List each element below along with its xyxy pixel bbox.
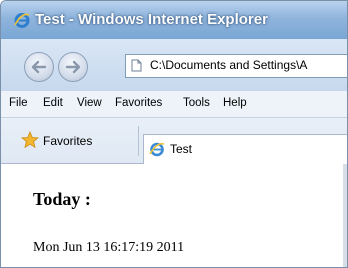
vertical-scrollbar[interactable] bbox=[343, 164, 347, 267]
menu-tools[interactable]: Tools bbox=[183, 97, 210, 109]
page-content: Today : Mon Jun 13 16:17:19 2011 bbox=[1, 164, 347, 267]
navigation-bar: C:\Documents and Settings\A bbox=[1, 39, 347, 91]
ie-tab-icon bbox=[149, 142, 165, 157]
favorites-label: Favorites bbox=[43, 134, 93, 148]
menu-favorites[interactable]: Favorites bbox=[115, 97, 162, 109]
window-title: Test - Windows Internet Explorer bbox=[35, 11, 268, 28]
star-icon bbox=[21, 131, 39, 149]
back-arrow-icon bbox=[31, 60, 47, 74]
menu-help[interactable]: Help bbox=[223, 97, 247, 109]
page-heading: Today : bbox=[33, 189, 91, 209]
back-button[interactable] bbox=[24, 52, 54, 82]
forward-arrow-icon bbox=[65, 60, 81, 74]
toolbar-separator bbox=[138, 126, 139, 156]
menu-bar: File Edit View Favorites Tools Help bbox=[1, 91, 347, 118]
current-datetime: Mon Jun 13 16:17:19 2011 bbox=[33, 240, 185, 255]
menu-edit[interactable]: Edit bbox=[43, 97, 63, 109]
tab-label: Test bbox=[170, 142, 193, 156]
address-text: C:\Documents and Settings\A bbox=[150, 58, 308, 72]
ie-logo-icon bbox=[14, 13, 30, 28]
browser-window: Test - Windows Internet Explorer C:\Docu… bbox=[0, 0, 348, 268]
title-bar[interactable]: Test - Windows Internet Explorer bbox=[1, 1, 347, 39]
page-icon bbox=[131, 59, 142, 72]
address-bar[interactable]: C:\Documents and Settings\A bbox=[125, 54, 347, 78]
forward-button[interactable] bbox=[58, 52, 88, 82]
menu-view[interactable]: View bbox=[77, 97, 102, 109]
tab-test[interactable]: Test bbox=[143, 134, 347, 164]
menu-file[interactable]: File bbox=[9, 97, 28, 109]
favorites-bar: Favorites Test bbox=[1, 118, 347, 164]
